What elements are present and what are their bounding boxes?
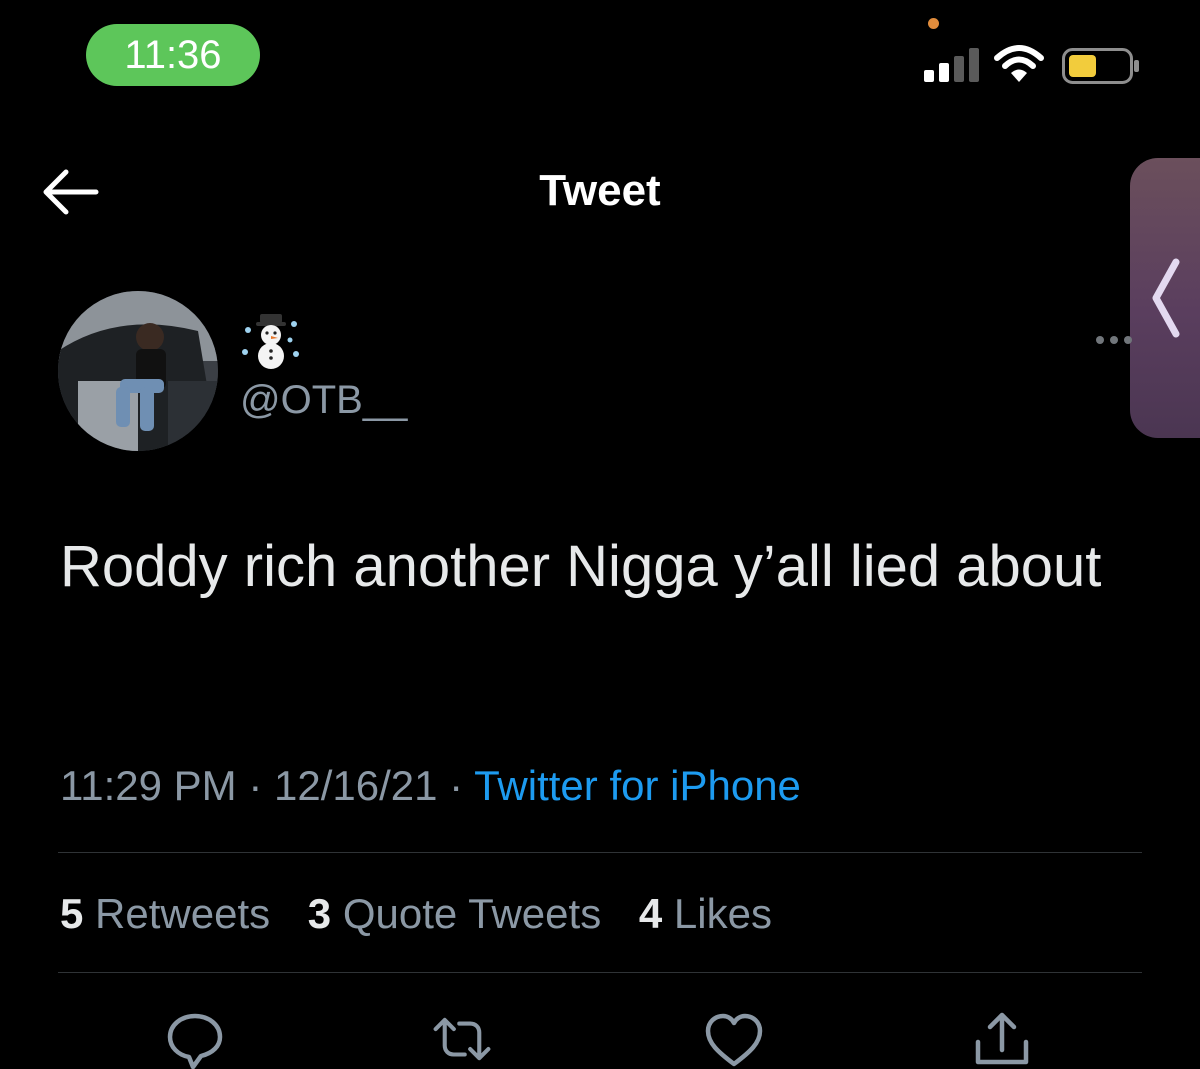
retweets-stat[interactable]: 5 Retweets <box>60 890 282 937</box>
author-handle[interactable]: @OTB__ <box>240 378 407 423</box>
more-options-icon[interactable] <box>1094 330 1134 350</box>
retweets-count: 5 <box>60 890 84 937</box>
battery-icon <box>1062 48 1139 84</box>
likes-count: 4 <box>638 890 663 937</box>
side-panel-handle[interactable] <box>1130 158 1200 438</box>
retweet-icon[interactable] <box>432 1010 492 1069</box>
privacy-indicator-dot <box>928 18 939 29</box>
tweet-stats: 5 Retweets 3 Quote Tweets 4 Likes <box>60 890 798 938</box>
retweets-label: Retweets <box>95 890 271 937</box>
likes-label: Likes <box>673 890 772 937</box>
reply-icon[interactable] <box>165 1010 225 1069</box>
tweet-meta: 11:29 PM · 12/16/21 · Twitter for iPhone <box>60 762 801 810</box>
likes-stat[interactable]: 4 Likes <box>639 890 772 937</box>
wifi-icon <box>994 45 1044 82</box>
tweet-source-link[interactable]: Twitter for iPhone <box>474 762 801 809</box>
avatar[interactable] <box>58 291 218 451</box>
meta-separator: · <box>248 762 263 809</box>
divider <box>58 972 1142 973</box>
divider <box>58 852 1142 853</box>
cellular-signal-icon <box>924 48 979 82</box>
like-heart-icon[interactable] <box>704 1010 764 1069</box>
tweet-date: 12/16/21 <box>274 762 438 809</box>
meta-separator: · <box>449 762 464 809</box>
share-icon[interactable] <box>972 1010 1032 1069</box>
tweet-text: Roddy rich another Nigga y’all lied abou… <box>60 534 1102 599</box>
tweet-time: 11:29 PM <box>60 762 237 809</box>
quotes-label: Quote Tweets <box>342 890 602 937</box>
quotes-count: 3 <box>307 890 332 937</box>
avatar-photo <box>58 291 218 451</box>
chevron-left-icon <box>1152 258 1180 338</box>
quote-tweets-stat[interactable]: 3 Quote Tweets <box>308 890 613 937</box>
snowman-icon <box>242 314 299 369</box>
status-time: 11:36 <box>86 24 260 86</box>
page-title: Tweet <box>539 166 661 215</box>
